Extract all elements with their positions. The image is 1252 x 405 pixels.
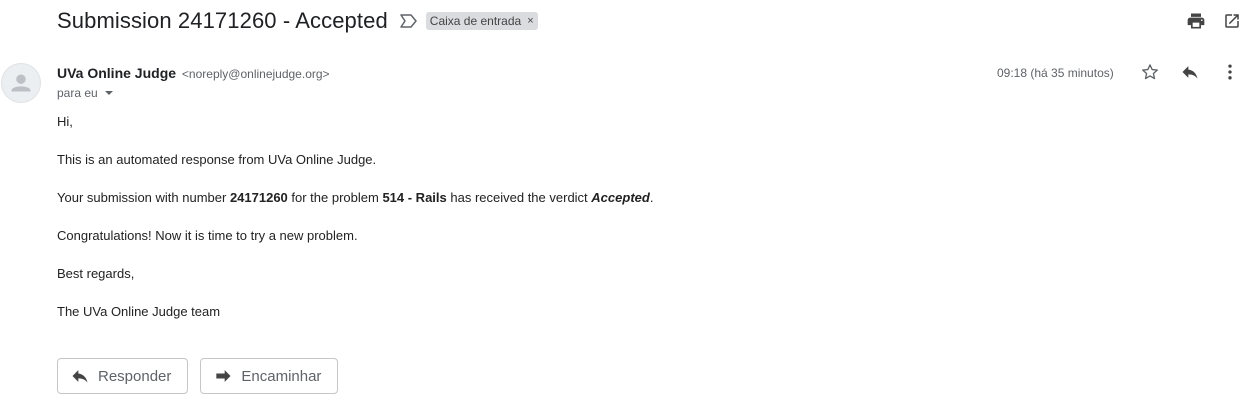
default-person-icon <box>11 74 31 92</box>
forward-button-label: Encaminhar <box>241 367 322 385</box>
recipient-text: para eu <box>57 86 98 100</box>
forward-icon <box>213 366 233 386</box>
reply-icon <box>70 366 90 386</box>
sender-name[interactable]: UVa Online Judge <box>57 65 176 81</box>
remove-label-icon[interactable]: × <box>527 12 533 30</box>
inbox-label-text: Caixa de entrada <box>429 14 522 28</box>
intro-text: This is an automated response from UVa O… <box>57 152 377 167</box>
verdict-paragraph: Your submission with number 24171260 for… <box>57 190 653 206</box>
inbox-label-chip[interactable]: Caixa de entrada × <box>425 12 538 30</box>
reply-button-label: Responder <box>98 367 172 385</box>
open-in-new-window-icon[interactable] <box>1222 11 1242 31</box>
importance-marker-icon[interactable] <box>400 12 418 30</box>
greeting-text: Hi, <box>57 114 73 129</box>
sender-email: <noreply@onlinejudge.org> <box>181 67 330 81</box>
congrats-text: Congratulations! Now it is time to try a… <box>57 228 358 243</box>
print-icon[interactable] <box>1186 11 1206 31</box>
verdict-middle: for the problem <box>287 190 383 205</box>
show-details-chevron-down-icon[interactable] <box>104 91 113 95</box>
message-actions <box>1120 62 1240 82</box>
reply-icon[interactable] <box>1180 62 1200 82</box>
subject-row: Submission 24171260 - Accepted Caixa de … <box>57 6 538 36</box>
message-timestamp: 09:18 (há 35 minutos) <box>997 66 1114 80</box>
regards-text: Best regards, <box>57 266 135 281</box>
email-subject: Submission 24171260 - Accepted <box>57 8 388 33</box>
reply-actions: Responder Encaminhar <box>57 358 339 394</box>
avatar[interactable] <box>1 63 41 103</box>
problem-name: 514 - Rails <box>382 190 447 205</box>
submission-number: 24171260 <box>229 190 288 205</box>
recipient-line: para eu <box>57 86 113 100</box>
star-icon[interactable] <box>1140 62 1160 82</box>
signature-text: The UVa Online Judge team <box>57 304 221 319</box>
verdict-status: Accepted <box>591 190 650 205</box>
verdict-prefix: Your submission with number <box>57 190 230 205</box>
verdict-end: . <box>649 190 654 205</box>
message-body: Hi, This is an automated response from U… <box>57 114 653 342</box>
verdict-suffix: has received the verdict <box>446 190 592 205</box>
thread-toolbar <box>1186 11 1242 31</box>
more-vert-icon[interactable] <box>1220 62 1240 82</box>
reply-button[interactable]: Responder <box>57 358 189 394</box>
sender-line: UVa Online Judge <noreply@onlinejudge.or… <box>57 65 330 81</box>
forward-button[interactable]: Encaminhar <box>200 358 339 394</box>
